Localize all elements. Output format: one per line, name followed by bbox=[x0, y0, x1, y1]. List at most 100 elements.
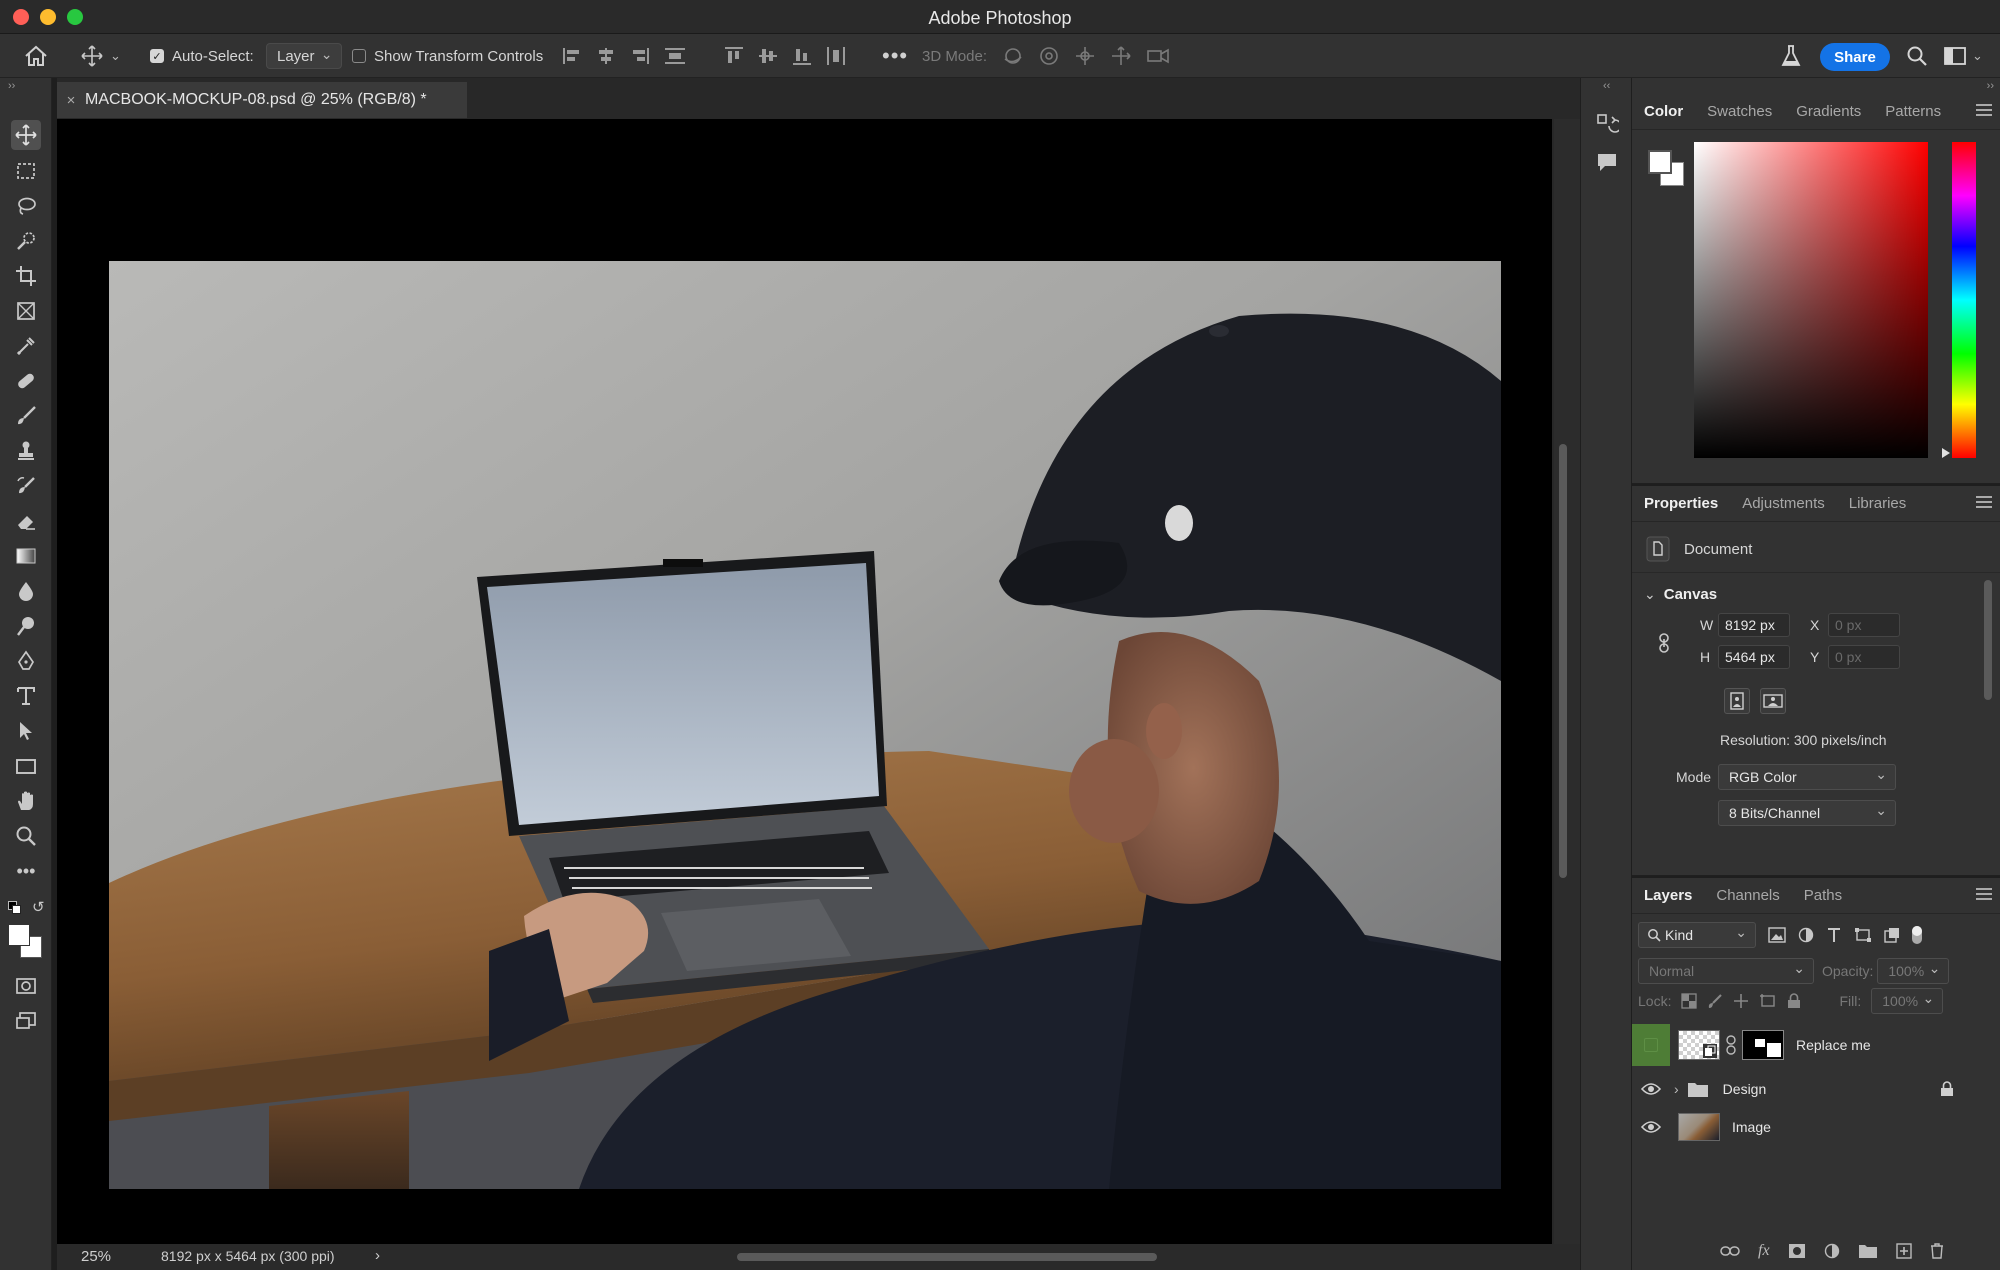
canvas-y-input[interactable]: 0 px bbox=[1828, 645, 1900, 669]
history-panel-button[interactable] bbox=[1595, 112, 1622, 140]
lock-transparent-pixels-icon[interactable] bbox=[1681, 993, 1698, 1009]
color-swatches[interactable] bbox=[8, 924, 46, 962]
blur-tool[interactable] bbox=[11, 576, 41, 606]
filter-pixel-icon[interactable] bbox=[1768, 927, 1786, 943]
3d-roll-icon[interactable] bbox=[1038, 45, 1060, 67]
distribute-horizontal-icon[interactable] bbox=[826, 46, 846, 66]
tab-paths[interactable]: Paths bbox=[1792, 878, 1854, 914]
type-tool[interactable] bbox=[11, 681, 41, 711]
landscape-orientation-button[interactable] bbox=[1760, 688, 1786, 714]
align-right-icon[interactable] bbox=[630, 47, 650, 65]
eye-icon[interactable] bbox=[1641, 1120, 1661, 1134]
delete-layer-icon[interactable] bbox=[1930, 1243, 1944, 1259]
lasso-tool[interactable] bbox=[11, 191, 41, 221]
default-colors-button[interactable] bbox=[8, 901, 22, 915]
tab-patterns[interactable]: Patterns bbox=[1873, 94, 1953, 130]
add-mask-icon[interactable] bbox=[1788, 1243, 1806, 1259]
3d-pan-icon[interactable] bbox=[1074, 45, 1096, 67]
canvas-x-input[interactable]: 0 px bbox=[1828, 613, 1900, 637]
close-document-icon[interactable]: × bbox=[57, 92, 85, 109]
tab-swatches[interactable]: Swatches bbox=[1695, 94, 1784, 130]
bit-depth-dropdown[interactable]: 8 Bits/Channel bbox=[1718, 800, 1896, 826]
properties-scrollbar[interactable] bbox=[1984, 580, 1992, 700]
hand-tool[interactable] bbox=[11, 786, 41, 816]
marquee-tool[interactable] bbox=[11, 156, 41, 186]
gradient-tool[interactable] bbox=[11, 541, 41, 571]
new-layer-icon[interactable] bbox=[1895, 1243, 1912, 1259]
screen-mode-button[interactable] bbox=[11, 1006, 41, 1036]
filter-shape-icon[interactable] bbox=[1854, 927, 1872, 943]
document-tab[interactable]: × MACBOOK-MOCKUP-08.psd @ 25% (RGB/8) * bbox=[57, 82, 467, 118]
layer-row-replace-me[interactable]: Replace me bbox=[1632, 1023, 1980, 1067]
show-transform-checkbox[interactable]: Show Transform Controls bbox=[352, 34, 543, 78]
lock-position-icon[interactable] bbox=[1733, 993, 1749, 1009]
layer-row-design[interactable]: › Design bbox=[1632, 1070, 1980, 1108]
portrait-orientation-button[interactable] bbox=[1724, 688, 1750, 714]
panel-menu-icon[interactable] bbox=[1976, 104, 1992, 118]
tab-libraries[interactable]: Libraries bbox=[1837, 486, 1919, 522]
align-bottom-icon[interactable] bbox=[792, 46, 812, 66]
collapse-toolbar-icon[interactable]: ›› bbox=[8, 80, 15, 92]
dodge-tool[interactable] bbox=[11, 611, 41, 641]
align-top-icon[interactable] bbox=[724, 46, 744, 66]
eraser-tool[interactable] bbox=[11, 506, 41, 536]
tab-layers[interactable]: Layers bbox=[1632, 878, 1704, 914]
layer-filter-dropdown[interactable]: Kind bbox=[1638, 922, 1756, 948]
path-selection-tool[interactable] bbox=[11, 716, 41, 746]
auto-select-checkbox[interactable]: ✓ Auto-Select: bbox=[150, 34, 254, 78]
align-vertical-center-icon[interactable] bbox=[758, 46, 778, 66]
move-tool[interactable] bbox=[11, 120, 41, 150]
align-horizontal-center-icon[interactable] bbox=[596, 47, 616, 65]
layer-mask-thumbnail[interactable] bbox=[1742, 1030, 1784, 1060]
new-adjustment-layer-icon[interactable] bbox=[1824, 1243, 1840, 1259]
filter-smart-object-icon[interactable] bbox=[1884, 927, 1900, 943]
foreground-color-swatch[interactable] bbox=[8, 924, 30, 946]
layer-effects-icon[interactable]: fx bbox=[1758, 1242, 1770, 1260]
layer-row-image[interactable]: Image bbox=[1632, 1108, 1980, 1146]
tab-color[interactable]: Color bbox=[1632, 94, 1695, 130]
healing-brush-tool[interactable] bbox=[11, 366, 41, 396]
layer-name[interactable]: Replace me bbox=[1796, 1037, 1871, 1053]
lock-image-pixels-icon[interactable] bbox=[1707, 993, 1723, 1009]
rectangle-tool[interactable] bbox=[11, 751, 41, 781]
hue-slider[interactable] bbox=[1952, 142, 1976, 458]
move-tool-preset[interactable]: ⌄ bbox=[80, 34, 121, 78]
panel-menu-icon[interactable] bbox=[1976, 888, 1992, 902]
workspace-switcher[interactable]: ⌄ bbox=[1944, 34, 1983, 78]
layer-name[interactable]: Design bbox=[1723, 1081, 1767, 1097]
lock-all-icon[interactable] bbox=[1787, 993, 1801, 1009]
crop-tool[interactable] bbox=[11, 261, 41, 291]
tab-channels[interactable]: Channels bbox=[1704, 878, 1791, 914]
blend-mode-dropdown[interactable]: Normal bbox=[1638, 958, 1814, 984]
horizontal-scroll-thumb[interactable] bbox=[737, 1253, 1157, 1261]
eyedropper-tool[interactable] bbox=[11, 331, 41, 361]
home-button[interactable] bbox=[24, 34, 48, 78]
vertical-scroll-thumb[interactable] bbox=[1559, 444, 1567, 878]
canvas-height-input[interactable]: 5464 px bbox=[1718, 645, 1790, 669]
layer-visibility-hidden-icon[interactable] bbox=[1632, 1024, 1670, 1066]
fill-input[interactable]: 100% bbox=[1871, 988, 1944, 1014]
tab-properties[interactable]: Properties bbox=[1632, 486, 1730, 522]
quick-selection-tool[interactable] bbox=[11, 226, 41, 256]
zoom-tool[interactable] bbox=[11, 821, 41, 851]
document-info-menu-icon[interactable]: › bbox=[375, 1247, 380, 1264]
link-dimensions-button[interactable] bbox=[1656, 632, 1672, 658]
edit-toolbar-button[interactable]: ••• bbox=[11, 856, 41, 886]
opacity-input[interactable]: 100% bbox=[1877, 958, 1950, 984]
zoom-level[interactable]: 25% bbox=[81, 1248, 111, 1265]
history-brush-tool[interactable] bbox=[11, 471, 41, 501]
3d-camera-icon[interactable] bbox=[1146, 45, 1170, 67]
chevron-right-icon[interactable]: › bbox=[1674, 1081, 1679, 1097]
vertical-scrollbar[interactable] bbox=[1554, 119, 1580, 1244]
layer-name[interactable]: Image bbox=[1732, 1119, 1771, 1135]
color-mode-dropdown[interactable]: RGB Color bbox=[1718, 764, 1896, 790]
filter-type-icon[interactable] bbox=[1826, 927, 1842, 943]
eye-icon[interactable] bbox=[1641, 1082, 1661, 1096]
share-button[interactable]: Share bbox=[1820, 43, 1890, 71]
filter-adjustment-icon[interactable] bbox=[1798, 927, 1814, 943]
auto-select-target-dropdown[interactable]: Layer bbox=[266, 43, 342, 69]
swap-colors-icon[interactable]: ↺ bbox=[32, 898, 45, 916]
mask-link-icon[interactable] bbox=[1726, 1035, 1736, 1055]
quick-mask-button[interactable] bbox=[11, 971, 41, 1001]
panel-menu-icon[interactable] bbox=[1976, 496, 1992, 510]
